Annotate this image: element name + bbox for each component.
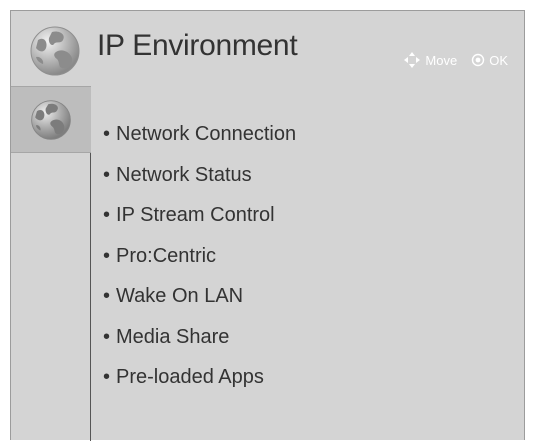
menu-item-media-share[interactable]: • Media Share (103, 323, 296, 364)
ok-circle-icon (472, 53, 485, 67)
menu-list: • Network Connection • Network Status • IP … (103, 120, 296, 404)
move-hint-label: Move (425, 52, 458, 68)
menu-item-pre-loaded-apps[interactable]: • Pre-loaded Apps (103, 363, 296, 404)
move-hint: Move (403, 51, 457, 69)
globe-icon (30, 26, 80, 76)
menu-item-network-connection[interactable]: • Network Connection (103, 120, 296, 161)
sidebar (11, 86, 91, 441)
menu-item-pro-centric[interactable]: • Pro:Centric (103, 242, 296, 283)
menu-item-wake-on-lan[interactable]: • Wake On LAN (103, 282, 296, 323)
ip-environment-panel: IP Environment Move OK • Network Connect… (10, 10, 525, 441)
ok-hint: OK (471, 53, 508, 68)
page-title: IP Environment (97, 29, 298, 62)
ok-hint-label: OK (489, 52, 508, 68)
menu-item-ip-stream-control[interactable]: • IP Stream Control (103, 201, 296, 242)
panel-header: IP Environment Move OK (11, 11, 524, 86)
button-hints: Move OK (403, 51, 508, 69)
dpad-arrows-icon (404, 52, 421, 68)
globe-icon (31, 99, 71, 140)
menu-item-network-status[interactable]: • Network Status (103, 161, 296, 202)
sidebar-item-network[interactable] (11, 86, 91, 153)
